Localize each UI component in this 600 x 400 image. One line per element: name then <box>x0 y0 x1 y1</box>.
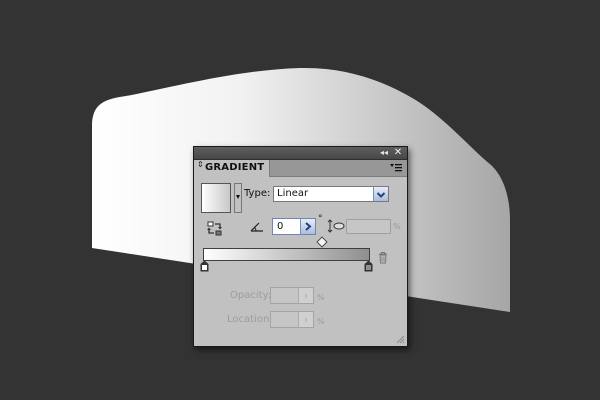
aspect-ratio-icon <box>327 219 345 233</box>
panel-tab-row: ⇕ GRADIENT <box>194 160 407 177</box>
panel-menu-icon[interactable] <box>389 162 403 174</box>
opacity-field: › <box>270 287 314 304</box>
swatch-dropdown-button[interactable] <box>234 183 242 213</box>
location-field: › <box>270 311 314 328</box>
close-panel-button[interactable]: ✕ <box>392 148 404 158</box>
tab-gradient[interactable]: ⇕ GRADIENT <box>194 160 270 177</box>
resize-grip-icon[interactable] <box>396 335 405 344</box>
chevron-down-icon[interactable] <box>373 187 388 201</box>
location-label: Location: <box>227 314 273 325</box>
angle-field[interactable]: 0 <box>272 218 316 235</box>
angle-value: 0 <box>277 221 284 232</box>
gradient-fill-swatch[interactable] <box>201 183 231 213</box>
gradient-stop-start[interactable] <box>200 260 209 272</box>
angle-icon <box>250 222 263 232</box>
type-label: Type: <box>244 188 271 199</box>
collapse-panel-button[interactable]: ◂◂ <box>378 148 390 158</box>
gradient-midpoint-slider[interactable] <box>316 236 328 248</box>
aspect-ratio-unit: % <box>393 222 401 231</box>
angle-presets-button[interactable] <box>300 219 315 234</box>
panel-title-bar[interactable]: ◂◂ ✕ <box>194 147 407 160</box>
degree-symbol: ° <box>318 214 323 224</box>
opacity-label: Opacity: <box>230 290 272 301</box>
gradient-slider-bar[interactable] <box>203 248 370 261</box>
aspect-ratio-field <box>346 219 391 234</box>
gradient-type-select[interactable]: Linear <box>273 186 389 202</box>
gradient-panel: ◂◂ ✕ ⇕ GRADIENT Type: Linear 0 ° % Opaci… <box>193 146 408 347</box>
location-presets-button: › <box>298 312 313 327</box>
location-unit: % <box>317 317 325 326</box>
gradient-type-value: Linear <box>277 188 309 199</box>
tab-gradient-label: GRADIENT <box>205 162 265 173</box>
reverse-gradient-icon[interactable] <box>207 221 223 237</box>
gradient-stop-end[interactable] <box>364 260 373 272</box>
opacity-presets-button: › <box>298 288 313 303</box>
panel-expand-arrows-icon[interactable]: ⇕ <box>197 161 204 169</box>
trash-icon[interactable] <box>377 251 389 264</box>
opacity-unit: % <box>317 293 325 302</box>
